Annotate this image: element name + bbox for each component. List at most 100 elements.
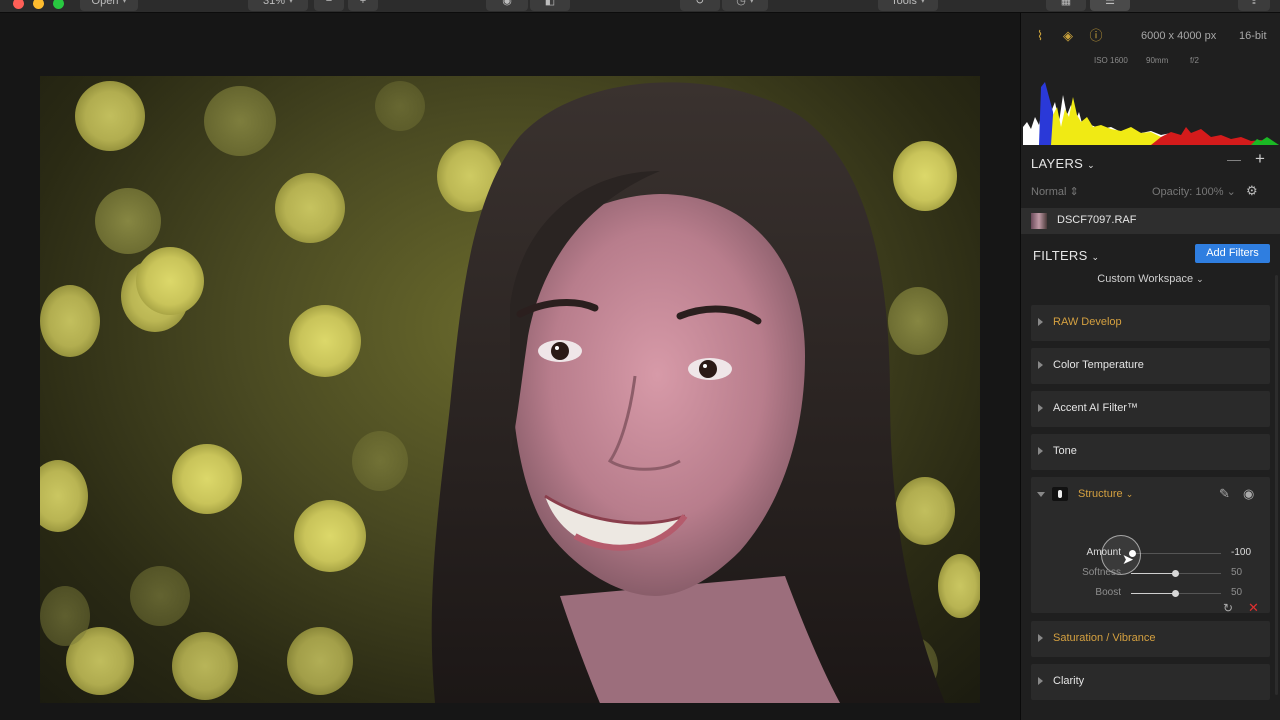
filter-label: Accent AI Filter™ [1053, 402, 1138, 414]
layer-thumbnail [1031, 213, 1047, 229]
chevron-down-icon: ▾ [749, 0, 754, 5]
open-label: Open [91, 0, 119, 7]
filter-color-temperature[interactable]: Color Temperature [1031, 348, 1270, 384]
disclosure-triangle-expanded-icon[interactable] [1037, 492, 1045, 497]
sliders-icon: ☰ [1105, 0, 1115, 7]
plus-icon: + [359, 0, 367, 7]
reset-icon[interactable]: ↻ [1223, 601, 1233, 615]
filter-tone[interactable]: Tone [1031, 434, 1270, 470]
eye-icon[interactable]: ◉ [1243, 486, 1254, 502]
right-panel: ⌇ ◈ ⓘ 6000 x 4000 px 16-bit ISO 1600 90m… [1020, 13, 1280, 720]
filter-label: RAW Develop [1053, 316, 1122, 328]
zoom-window-icon[interactable] [53, 0, 64, 9]
workspace-dropdown[interactable]: Custom Workspace ⌄ [1031, 273, 1270, 285]
history-button[interactable]: ◷ ▾ [722, 0, 768, 11]
filter-label[interactable]: Structure ⌄ [1078, 488, 1133, 500]
filter-label: Clarity [1053, 675, 1085, 687]
filter-label: Color Temperature [1053, 359, 1144, 371]
edit-button[interactable]: ☰ [1090, 0, 1130, 11]
softness-slider-fill [1131, 573, 1176, 574]
zoom-dropdown[interactable]: 31% ▾ [248, 0, 308, 11]
zoom-in-button[interactable]: + [348, 0, 378, 11]
share-icon: ⇪ [1249, 0, 1259, 7]
tools-label: Tools [891, 0, 917, 7]
preview-toggle-button[interactable]: ◉ [486, 0, 528, 11]
filter-structure[interactable]: Structure ⌄ ✎ ◉ Amount ➤ -100 Softness 5… [1031, 477, 1270, 616]
chevron-down-icon: ▾ [122, 0, 127, 5]
open-button[interactable]: Open ▾ [80, 0, 138, 11]
minus-icon: − [325, 0, 333, 7]
boost-label: Boost [1095, 587, 1121, 598]
layers-icon[interactable]: ◈ [1059, 27, 1077, 45]
top-toolbar: Open ▾ 31% ▾ − + ◉ ◧ ↺ ◷ ▾ Tools ▾ ▦ ☰ ⇪ [0, 0, 1280, 13]
filter-saturation-vibrance[interactable]: Saturation / Vibrance [1031, 621, 1270, 657]
layer-settings-gear-icon[interactable]: ⚙ [1246, 183, 1258, 199]
boost-slider-fill [1131, 593, 1176, 594]
compare-button[interactable]: ◧ [530, 0, 570, 11]
compare-icon: ◧ [544, 0, 556, 7]
blend-mode-select[interactable]: Normal ⇕ [1031, 185, 1079, 198]
boost-slider-knob[interactable] [1172, 590, 1179, 597]
chevron-down-icon: ⌄ [1087, 160, 1095, 170]
filters-title[interactable]: FILTERS ⌄ [1033, 248, 1099, 263]
minimize-window-icon[interactable] [33, 0, 44, 9]
opacity-label: Opacity: [1152, 186, 1193, 198]
filter-label: Tone [1053, 445, 1077, 457]
histogram-icon[interactable]: ⌇ [1031, 27, 1049, 45]
brush-icon[interactable]: ✎ [1219, 486, 1230, 502]
chevron-down-icon: ⌄ [1091, 252, 1100, 262]
layers-title[interactable]: LAYERS ⌄ [1031, 156, 1095, 171]
opacity-value: 100% [1195, 186, 1224, 198]
undo-button[interactable]: ↺ [680, 0, 720, 11]
filter-label: Saturation / Vibrance [1053, 632, 1156, 644]
close-window-icon[interactable] [13, 0, 24, 9]
softness-label: Softness [1082, 567, 1121, 578]
blend-mode-label: Normal [1031, 186, 1067, 198]
history-icon: ◷ [736, 0, 746, 7]
mask-thumbnail-icon[interactable] [1052, 487, 1068, 501]
cursor-arrow-icon: ➤ [1122, 551, 1134, 567]
info-toolbar: ⌇ ◈ ⓘ 6000 x 4000 px 16-bit [1021, 25, 1280, 47]
chevron-down-icon: ▾ [920, 0, 925, 5]
chevron-down-icon: ▾ [289, 0, 294, 5]
layers-title-label: LAYERS [1031, 156, 1084, 171]
disclosure-triangle-icon [1038, 634, 1043, 642]
remove-layer-icon[interactable]: — [1227, 151, 1241, 167]
opacity-control[interactable]: Opacity: 100% ⌄ [1152, 185, 1236, 198]
add-layer-icon[interactable]: + [1255, 149, 1265, 169]
filter-raw-develop[interactable]: RAW Develop [1031, 305, 1270, 341]
disclosure-triangle-icon [1038, 318, 1043, 326]
image-canvas[interactable] [0, 13, 1020, 720]
boost-value[interactable]: 50 [1231, 587, 1242, 598]
filter-accent-ai[interactable]: Accent AI Filter™ [1031, 391, 1270, 427]
zoom-label: 31% [262, 0, 285, 7]
disclosure-triangle-icon [1038, 404, 1043, 412]
disclosure-triangle-icon [1038, 447, 1043, 455]
histogram-chart [1021, 67, 1280, 145]
layer-item[interactable]: DSCF7097.RAF [1021, 208, 1280, 234]
delete-filter-icon[interactable]: ✕ [1248, 600, 1259, 616]
amount-slider-track[interactable] [1131, 553, 1221, 554]
zoom-out-button[interactable]: − [314, 0, 344, 11]
chevron-down-icon: ⌄ [1226, 186, 1236, 198]
image-dimensions: 6000 x 4000 px [1141, 30, 1217, 42]
chevron-updown-icon: ⇕ [1069, 186, 1079, 198]
undo-icon: ↺ [695, 0, 705, 7]
add-filters-button[interactable]: Add Filters [1195, 244, 1270, 263]
amount-value[interactable]: -100 [1231, 547, 1251, 558]
share-button[interactable]: ⇪ [1238, 0, 1270, 11]
softness-value[interactable]: 50 [1231, 567, 1242, 578]
filter-clarity[interactable]: Clarity [1031, 664, 1270, 700]
disclosure-triangle-icon [1038, 361, 1043, 369]
aperture: f/2 [1190, 56, 1199, 65]
info-icon[interactable]: ⓘ [1087, 27, 1105, 45]
softness-slider-knob[interactable] [1172, 570, 1179, 577]
disclosure-triangle-icon [1038, 677, 1043, 685]
tools-dropdown[interactable]: Tools ▾ [878, 0, 938, 11]
bit-depth: 16-bit [1239, 30, 1267, 42]
iso-value: ISO 1600 [1094, 56, 1128, 65]
focal-length: 90mm [1146, 56, 1169, 65]
browse-button[interactable]: ▦ [1046, 0, 1086, 11]
chevron-down-icon: ⌄ [1196, 274, 1204, 284]
filters-scrollbar[interactable] [1275, 275, 1278, 695]
